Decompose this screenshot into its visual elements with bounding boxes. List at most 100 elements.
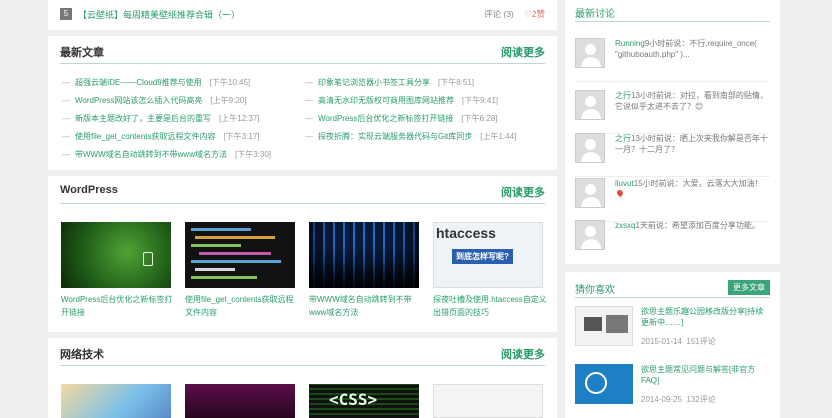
- article-title[interactable]: 带WWW域名自动跳转到不带www域名方法: [75, 150, 227, 159]
- like-meta: 2015-01-14 151评论: [641, 336, 716, 347]
- code-line: [195, 268, 235, 271]
- post-thumbnail[interactable]: [185, 384, 295, 418]
- avatar: [575, 90, 605, 120]
- post-thumbnail[interactable]: htaccess 到底怎样写呢?: [433, 222, 543, 288]
- top-post-row: 5 【云壁纸】每周精美壁纸推荐合辑（一） 评论 (3) ♡2赞: [60, 7, 545, 21]
- comment-item[interactable]: 之行13小时前说：对拉，看到南部的贴情，它说似乎太进不去了？😊: [575, 88, 770, 134]
- article-item[interactable]: — 新版本主题改好了，主要是后台的重写 [上午12:37]: [62, 113, 259, 124]
- wordpress-icon: [585, 372, 607, 394]
- like-item[interactable]: 欲思主题常见问题与解答[非官方FAQ] 2014-09-25 132评论: [575, 364, 770, 414]
- code-line: [199, 252, 271, 255]
- like-count: 2赞: [531, 9, 545, 19]
- read-more-link[interactable]: 阅读更多: [501, 346, 545, 362]
- post-thumbnail[interactable]: [185, 222, 295, 288]
- more-articles-button[interactable]: 更多文章: [728, 280, 770, 295]
- article-date: [上午9:20]: [210, 96, 247, 105]
- thumb-heading: <CSS>: [329, 390, 378, 409]
- code-line: [191, 276, 257, 279]
- article-date: [下午3:30]: [234, 150, 271, 159]
- like-comments[interactable]: 132评论: [686, 395, 715, 404]
- article-title[interactable]: 新版本主题改好了，主要是后台的重写: [75, 114, 211, 123]
- post-caption[interactable]: 带WWW域名自动跳转到不带www域名方法: [309, 293, 425, 319]
- bullet-icon: —: [62, 78, 70, 87]
- section-title: 网络技术: [60, 349, 104, 361]
- thumb-sub: 到底怎样写呢?: [452, 249, 513, 264]
- article-item[interactable]: — 带WWW域名自动跳转到不带www域名方法 [下午3:30]: [62, 149, 271, 160]
- article-item[interactable]: — 超强云端IDE——Cloud9推荐与使用 [下午10:45]: [62, 77, 250, 88]
- like-title[interactable]: 欲思主题乐趣公园移改版分享[持续更新中……]: [641, 306, 771, 328]
- device-shape: [606, 315, 628, 333]
- discussion-panel: 最新讨论 Running9小时前说：不行,require_once( "gith…: [565, 0, 780, 264]
- comment-item[interactable]: iluvut15小时前说：大爱。云落大大加油！🎈: [575, 176, 770, 222]
- bullet-icon: —: [62, 114, 70, 123]
- avatar: [575, 38, 605, 68]
- code-line: [191, 244, 241, 247]
- post-thumbnail[interactable]: [433, 384, 543, 418]
- article-title[interactable]: 印象笔记浏览器小书签工具分享: [318, 78, 430, 87]
- article-date: [下午8:51]: [438, 78, 475, 87]
- comment-text: 之行13小时前说：晒上次夹我你解是否年十一月？十二月了？: [615, 133, 770, 155]
- read-more-link[interactable]: 阅读更多: [501, 44, 545, 60]
- sidebar-title: 猜你喜欢: [575, 285, 615, 296]
- article-title[interactable]: 高清无水印无版权可商用图库网站推荐: [318, 96, 454, 105]
- avatar: [575, 178, 605, 208]
- comment-user[interactable]: iluvut: [615, 179, 634, 188]
- article-title[interactable]: 探夜折腾：实现云端服务器代码与Git库同步: [318, 132, 472, 141]
- comment-text: zxsxq1天前说：希望添加百度分享功能。: [615, 220, 770, 231]
- like-thumbnail[interactable]: [575, 364, 633, 404]
- bullet-icon: —: [305, 132, 313, 141]
- article-title[interactable]: 超强云端IDE——Cloud9推荐与使用: [75, 78, 202, 87]
- comment-user[interactable]: Running: [615, 39, 645, 48]
- code-line: [191, 228, 251, 231]
- comment-body: 1天前说：希望添加百度分享功能。: [635, 221, 760, 230]
- comment-user[interactable]: 之行: [615, 91, 631, 100]
- comment-item[interactable]: zxsxq1天前说：希望添加百度分享功能。: [575, 218, 770, 264]
- article-item[interactable]: — 高清无水印无版权可商用图库网站推荐 [下午9:41]: [305, 95, 498, 106]
- post-thumbnail[interactable]: [61, 222, 171, 288]
- mouse-icon: [143, 252, 153, 266]
- divider: [575, 21, 770, 22]
- comment-count[interactable]: 评论 (3): [484, 9, 514, 19]
- article-title[interactable]: 使用file_get_contents获取远程文件内容: [75, 132, 216, 141]
- article-item[interactable]: — 印象笔记浏览器小书签工具分享 [下午8:51]: [305, 77, 474, 88]
- article-title[interactable]: WordPress网站该怎么插入代码高亮: [75, 96, 202, 105]
- comment-item[interactable]: Running9小时前说：不行,require_once( "githuboau…: [575, 36, 770, 82]
- like-thumbnail[interactable]: [575, 306, 633, 346]
- comment-text: 之行13小时前说：对拉，看到南部的贴情，它说似乎太进不去了？😊: [615, 90, 770, 112]
- article-item[interactable]: — WordPress后台优化之新标签打开链接 [下午6:28]: [305, 113, 497, 124]
- article-title[interactable]: WordPress后台优化之新标签打开链接: [318, 114, 453, 123]
- latest-posts-panel: 最新文章 阅读更多 — 超强云端IDE——Cloud9推荐与使用 [下午10:45]…: [48, 36, 557, 170]
- section-title: WordPress: [60, 184, 118, 196]
- avatar: [575, 220, 605, 250]
- comment-item[interactable]: 之行13小时前说：晒上次夹我你解是否年十一月？十二月了？: [575, 131, 770, 177]
- article-item[interactable]: — 使用file_get_contents获取远程文件内容 [下午3:17]: [62, 131, 260, 142]
- post-thumbnail[interactable]: <CSS>: [309, 384, 419, 418]
- comment-user[interactable]: zxsxq: [615, 221, 635, 230]
- post-thumbnail[interactable]: [61, 384, 171, 418]
- divider: [575, 297, 770, 298]
- post-caption[interactable]: WordPress后台优化之新标签打开链接: [61, 293, 177, 319]
- wordpress-panel: WordPress 阅读更多 WordPress后台优化之新标签打开链接 使用f…: [48, 176, 557, 332]
- avatar: [575, 133, 605, 163]
- code-line: [195, 236, 275, 239]
- post-thumbnail[interactable]: [309, 222, 419, 288]
- read-more-link[interactable]: 阅读更多: [501, 184, 545, 200]
- like-title[interactable]: 欲思主题常见问题与解答[非官方FAQ]: [641, 364, 771, 386]
- article-item[interactable]: — WordPress网站该怎么插入代码高亮 [上午9:20]: [62, 95, 246, 106]
- like-comments[interactable]: 151评论: [686, 337, 715, 346]
- bullet-icon: —: [305, 96, 313, 105]
- bullet-icon: —: [305, 78, 313, 87]
- section-title: 最新文章: [60, 47, 104, 59]
- wordpress-header: WordPress 阅读更多: [60, 184, 545, 204]
- post-caption[interactable]: 探夜吐槽及使用.htaccess自定义出错页面的技巧: [433, 293, 549, 319]
- comment-user[interactable]: 之行: [615, 134, 631, 143]
- bullet-icon: —: [305, 114, 313, 123]
- post-caption[interactable]: 使用file_get_contents获取远程文件内容: [185, 293, 301, 319]
- heart-icon[interactable]: ♡2赞: [524, 9, 545, 19]
- top-post-link[interactable]: 【云壁纸】每周精美壁纸推荐合辑（一）: [78, 8, 484, 21]
- article-date: [上午12:37]: [219, 114, 260, 123]
- like-item[interactable]: 欲思主题乐趣公园移改版分享[持续更新中……] 2015-01-14 151评论: [575, 306, 770, 356]
- comment-body: 13小时前说：对拉，看到南部的贴情，它说似乎太进不去了？😊: [615, 91, 768, 111]
- article-item[interactable]: — 探夜折腾：实现云端服务器代码与Git库同步 [上午1:44]: [305, 131, 516, 142]
- like-date: 2015-01-14: [641, 337, 682, 346]
